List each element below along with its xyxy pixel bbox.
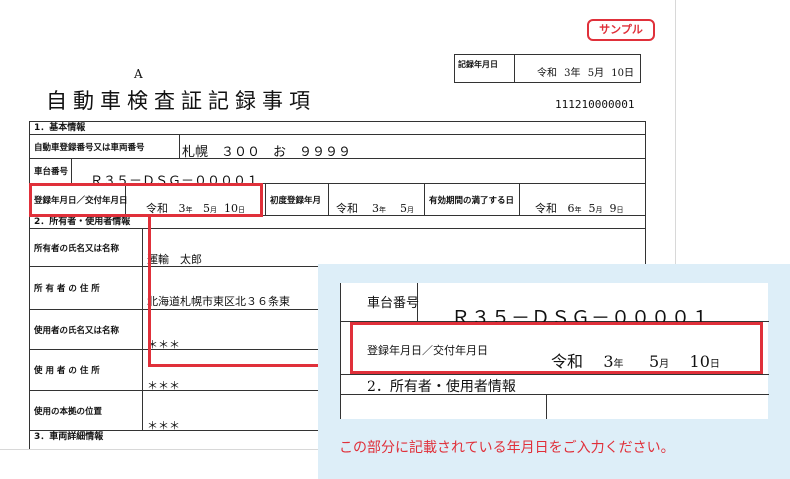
zoom-divider bbox=[341, 374, 769, 375]
owner-address-value: 北海道札幌市東区北３６条東 bbox=[147, 295, 290, 308]
first-reg-value: 令和 3年 5月 bbox=[336, 202, 414, 215]
zoom-date-highlight-box bbox=[350, 322, 763, 374]
chassis-row: 車台番号 Ｒ３５－ＤＳＧ－００００１ bbox=[30, 159, 645, 189]
instruction-text: この部分に記載されている年月日をご入力ください。 bbox=[339, 440, 675, 456]
owner-name-row: 所有者の氏名又は名称 運輸 太郎 bbox=[30, 229, 645, 267]
document-title: 自動車検査証記録事項 bbox=[46, 89, 316, 113]
record-date-box: 記録年月日 令和 3年 5月 10日 bbox=[454, 54, 641, 83]
zoom-section-owner: 2．所有者・使用者情報 bbox=[367, 379, 516, 395]
expiry-value: 令和 6年 5月 9日 bbox=[535, 202, 624, 215]
form-letter: A bbox=[134, 67, 143, 81]
zoom-chassis-label: 車台番号 bbox=[367, 296, 420, 311]
plate-value: 札幌 ３００ お ９９９９ bbox=[182, 145, 352, 160]
document-number: 111210000001 bbox=[555, 98, 635, 111]
sample-badge: サンプル bbox=[587, 19, 655, 41]
date-highlight-box bbox=[29, 183, 263, 217]
record-date-label: 記録年月日 bbox=[455, 55, 515, 82]
owner-name-value: 運輸 太郎 bbox=[147, 253, 202, 266]
section-basic: 1．基本情報 bbox=[30, 122, 645, 135]
plate-row: 自動車登録番号又は車両番号 札幌 ３００ お ９９９９ bbox=[30, 135, 645, 160]
record-date-value: 令和 3年 5月 10日 bbox=[536, 68, 634, 79]
zoom-divider bbox=[546, 394, 547, 419]
section-owner: 2．所有者・使用者情報 bbox=[30, 216, 645, 229]
connector-line-vertical bbox=[148, 216, 151, 366]
